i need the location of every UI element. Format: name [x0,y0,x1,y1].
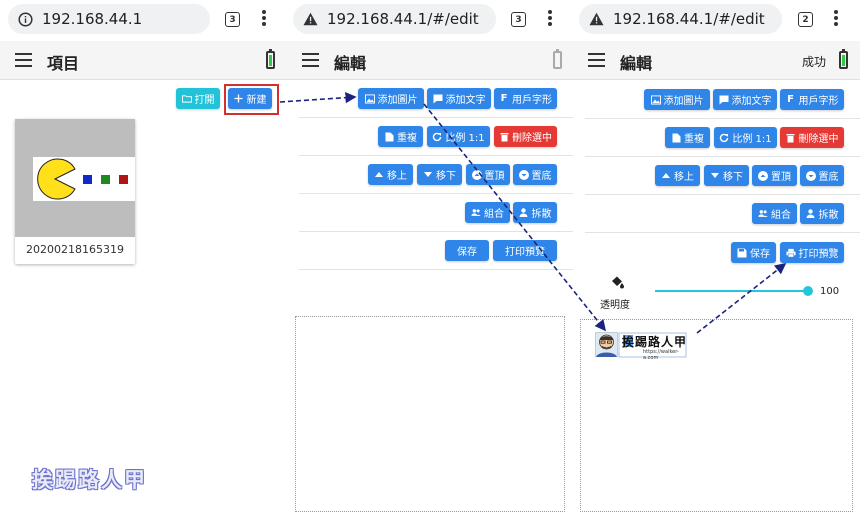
arrow-add-image-to-canvas [423,103,607,332]
arrow-new-to-add-image [279,92,357,104]
screenshot-collage: 192.168.44.1 3 項目 打開 新建 20200218165319 挨… [0,0,860,512]
annotation-arrows [279,92,787,334]
arrow-canvas-to-print-preview [696,263,787,334]
